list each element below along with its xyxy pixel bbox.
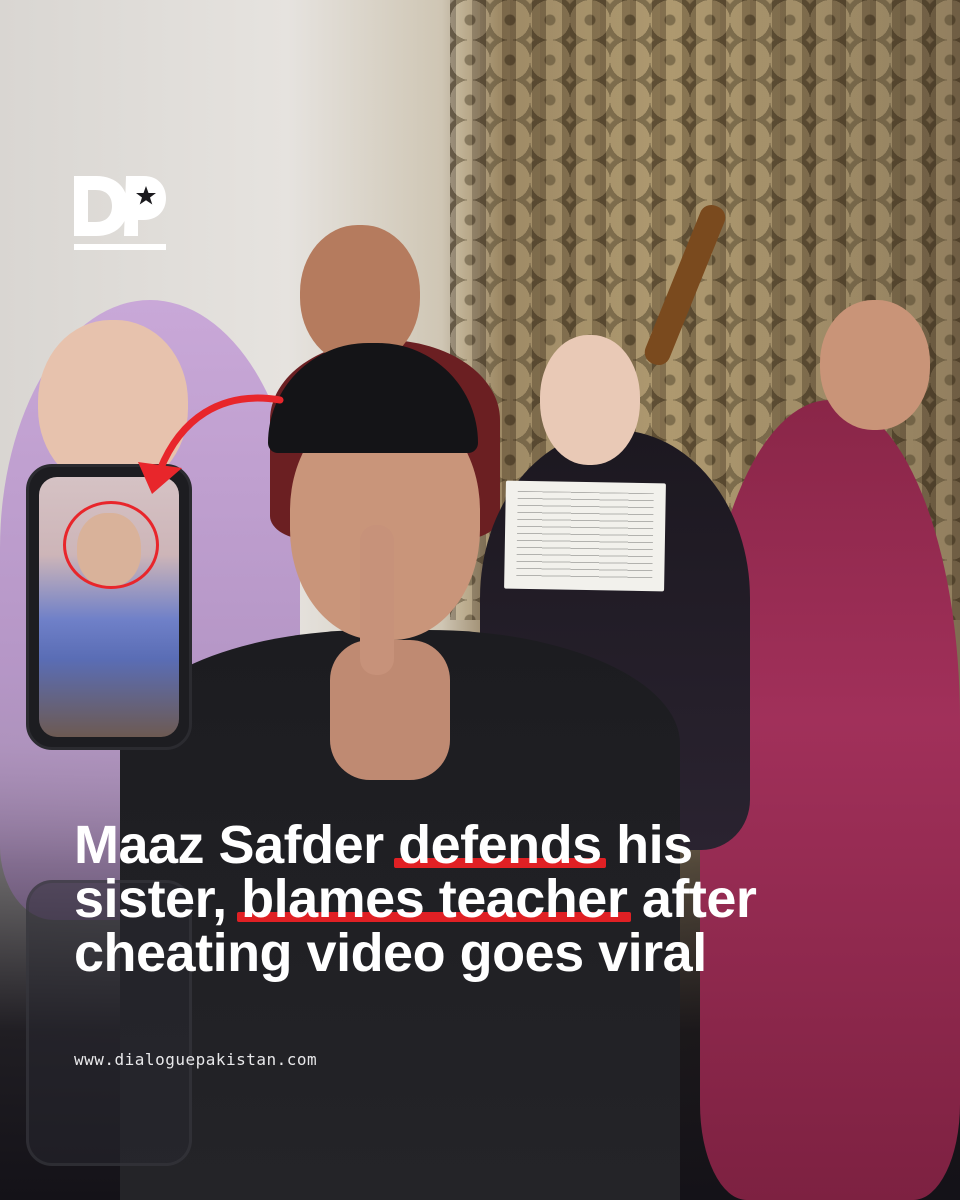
headline-line-1: Maaz Safder defends his — [74, 818, 894, 872]
headline: Maaz Safder defends his sister, blames t… — [74, 818, 894, 980]
headline-text: Maaz Safder — [74, 815, 399, 875]
headline-text: his — [601, 815, 693, 875]
mother-face — [820, 300, 930, 430]
red-circle-highlight — [63, 501, 159, 589]
exam-paper — [504, 480, 666, 592]
headline-text: after — [627, 869, 757, 929]
curved-red-arrow-icon — [138, 394, 284, 494]
website-url[interactable]: www.dialoguepakistan.com — [74, 1050, 317, 1069]
headline-text: sister, — [74, 869, 242, 929]
headline-highlight: defends — [394, 815, 606, 875]
shush-finger — [360, 525, 394, 675]
dialogue-pakistan-logo — [74, 174, 168, 254]
headline-line-2: sister, blames teacher after — [74, 872, 894, 926]
news-post-card: Maaz Safder defends his sister, blames t… — [0, 0, 960, 1200]
girl-face — [540, 335, 640, 465]
smartphone — [26, 464, 192, 750]
logo-icon — [74, 176, 166, 250]
headline-line-3: cheating video goes viral — [74, 923, 707, 983]
phone-screen — [39, 477, 179, 737]
headline-highlight: blames teacher — [237, 869, 632, 929]
